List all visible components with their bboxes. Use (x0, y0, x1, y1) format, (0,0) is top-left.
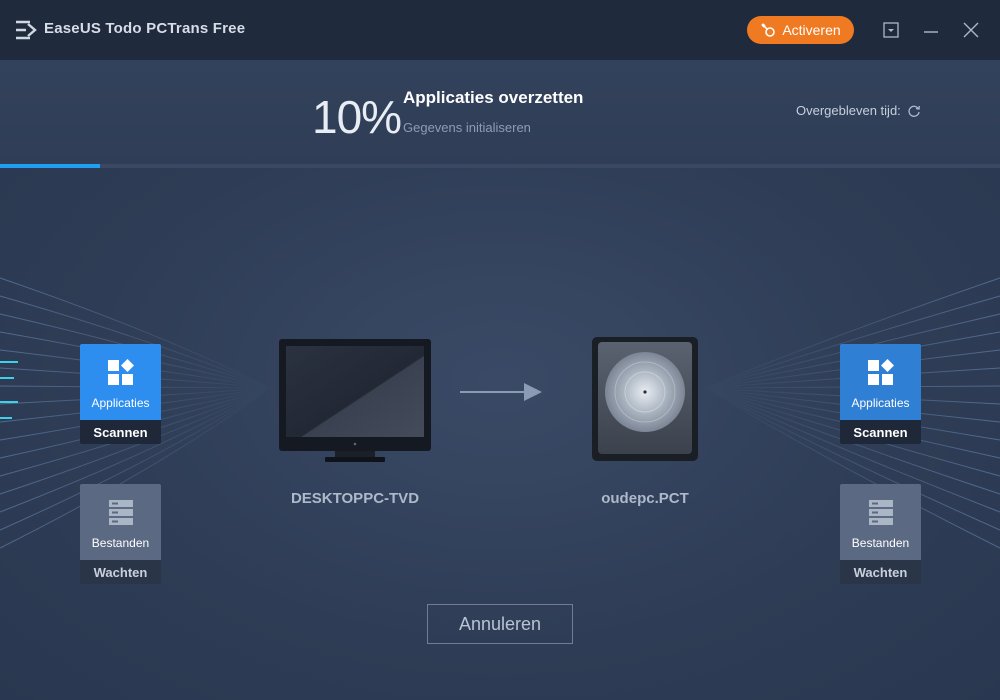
dropdown-menu-icon[interactable] (881, 20, 901, 40)
image-file-disk-icon (592, 337, 698, 461)
title-bar: EaseUS Todo PCTrans Free Activeren (0, 0, 1000, 60)
minimize-icon[interactable] (921, 20, 941, 40)
target-applications-tile: Applicaties Scannen (840, 344, 921, 444)
task-subtitle: Gegevens initialiseren (403, 120, 531, 135)
monitor-icon (279, 339, 431, 462)
key-icon (761, 23, 776, 37)
file-stack-icon (108, 500, 133, 525)
source-applications-tile: Applicaties Scannen (80, 344, 161, 444)
app-logo-icon (16, 20, 37, 40)
activate-label: Activeren (782, 22, 841, 38)
target-device-name: oudepc.PCT (601, 490, 689, 507)
progress-percent: 10% (312, 91, 402, 143)
file-stack-icon (868, 500, 893, 525)
app-title: EaseUS Todo PCTrans Free (44, 20, 246, 37)
tile-status: Wachten (840, 560, 921, 584)
tile-label: Applicaties (851, 396, 910, 410)
source-files-tile: Bestanden Wachten (80, 484, 161, 584)
tile-label: Bestanden (851, 536, 910, 550)
close-icon[interactable] (961, 20, 981, 40)
remaining-time-label: Overgebleven tijd: (796, 103, 901, 118)
cancel-button[interactable]: Annuleren (427, 604, 573, 644)
tile-label: Bestanden (91, 536, 150, 550)
source-device-name: DESKTOPPC-TVD (290, 490, 420, 507)
apps-grid-icon (867, 359, 894, 385)
activate-button[interactable]: Activeren (747, 16, 854, 44)
target-files-tile: Bestanden Wachten (840, 484, 921, 584)
refresh-icon (908, 105, 920, 117)
task-title: Applicaties overzetten (403, 88, 584, 107)
tile-status: Scannen (80, 420, 161, 444)
apps-grid-icon (107, 359, 134, 385)
transfer-arrow-icon (460, 383, 542, 401)
tile-status: Scannen (840, 420, 921, 444)
remaining-time: Overgebleven tijd: (796, 103, 921, 118)
tile-label: Applicaties (91, 396, 150, 410)
tile-status: Wachten (80, 560, 161, 584)
